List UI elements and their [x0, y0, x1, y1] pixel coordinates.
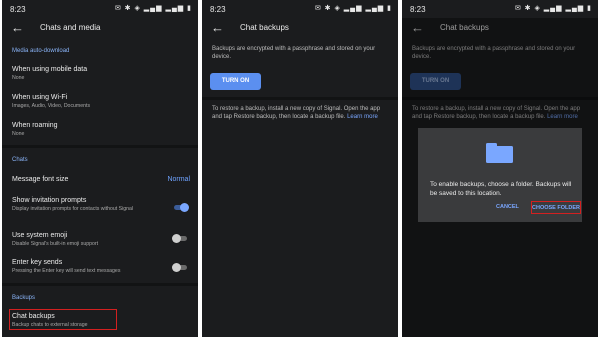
section-backups: Backups [12, 295, 36, 301]
app-bar: ← Chats and media [2, 18, 198, 40]
cancel-button[interactable]: CANCEL [496, 204, 519, 210]
invitation-toggle[interactable] [172, 203, 189, 212]
setting-title: Enter key sends [12, 259, 63, 266]
status-icons: ✉ ✱ ◈ ▂▄▆ ▂▄▆ ▮ [114, 5, 192, 12]
turn-on-button[interactable]: TURN ON [210, 73, 261, 90]
setting-subtitle: None [12, 75, 25, 81]
chat-backups-folder-dialog-screen: 8:23 ✉ ✱ ◈ ▂▄▆ ▂▄▆ ▮ ← Chat backups Back… [402, 0, 598, 337]
chat-backups-screen: 8:23 ✉ ✱ ◈ ▂▄▆ ▂▄▆ ▮ ← Chat backups Back… [202, 0, 398, 337]
setting-subtitle: Display invitation prompts for contacts … [12, 206, 134, 212]
font-size-value: Normal [167, 176, 190, 183]
status-icons: ✉ ✱ ◈ ▂▄▆ ▂▄▆ ▮ [314, 5, 392, 12]
section-divider [2, 145, 198, 148]
status-icons: ✉ ✱ ◈ ▂▄▆ ▂▄▆ ▮ [514, 5, 592, 12]
learn-more-link[interactable]: Learn more [347, 114, 378, 120]
setting-title: Message font size [12, 176, 69, 183]
setting-title: When using mobile data [12, 66, 88, 73]
restore-info: To restore a backup, install a new copy … [212, 105, 388, 121]
enter-key-toggle[interactable] [172, 263, 189, 272]
chats-and-media-screen: 8:23 ✉ ✱ ◈ ▂▄▆ ▂▄▆ ▮ ← Chats and media M… [2, 0, 198, 337]
status-time: 8:23 [10, 5, 26, 14]
choose-folder-button[interactable]: CHOOSE FOLDER [531, 201, 581, 214]
setting-subtitle: Pressing the Enter key will send text me… [12, 268, 121, 274]
setting-subtitle: None [12, 131, 25, 137]
system-emoji-toggle[interactable] [172, 234, 189, 243]
page-title: Chat backups [240, 23, 289, 32]
status-time: 8:23 [410, 5, 426, 14]
status-time: 8:23 [210, 5, 226, 14]
setting-title: Show invitation prompts [12, 197, 87, 204]
section-media-auto-download: Media auto-download [12, 48, 70, 54]
status-bar: 8:23 ✉ ✱ ◈ ▂▄▆ ▂▄▆ ▮ [2, 0, 198, 18]
status-bar: 8:23 ✉ ✱ ◈ ▂▄▆ ▂▄▆ ▮ [402, 0, 598, 18]
setting-subtitle: Disable Signal's built-in emoji support [12, 241, 99, 247]
status-bar: 8:23 ✉ ✱ ◈ ▂▄▆ ▂▄▆ ▮ [202, 0, 398, 18]
setting-subtitle: Images, Audio, Video, Documents [12, 103, 91, 109]
chat-backups-highlight [9, 309, 117, 330]
section-divider [2, 283, 198, 286]
choose-folder-dialog: To enable backups, choose a folder. Back… [418, 128, 582, 222]
setting-title: Use system emoji [12, 232, 68, 239]
back-arrow-icon[interactable]: ← [11, 21, 24, 34]
section-chats: Chats [12, 157, 28, 163]
app-bar: ← Chat backups [202, 18, 398, 40]
setting-title: When using Wi-Fi [12, 94, 68, 101]
backup-description: Backups are encrypted with a passphrase … [212, 46, 376, 60]
back-arrow-icon[interactable]: ← [211, 21, 224, 34]
folder-icon [486, 143, 513, 163]
page-title: Chats and media [40, 23, 101, 32]
section-divider [202, 97, 398, 100]
dialog-message: To enable backups, choose a folder. Back… [430, 181, 572, 197]
setting-title: When roaming [12, 122, 58, 129]
